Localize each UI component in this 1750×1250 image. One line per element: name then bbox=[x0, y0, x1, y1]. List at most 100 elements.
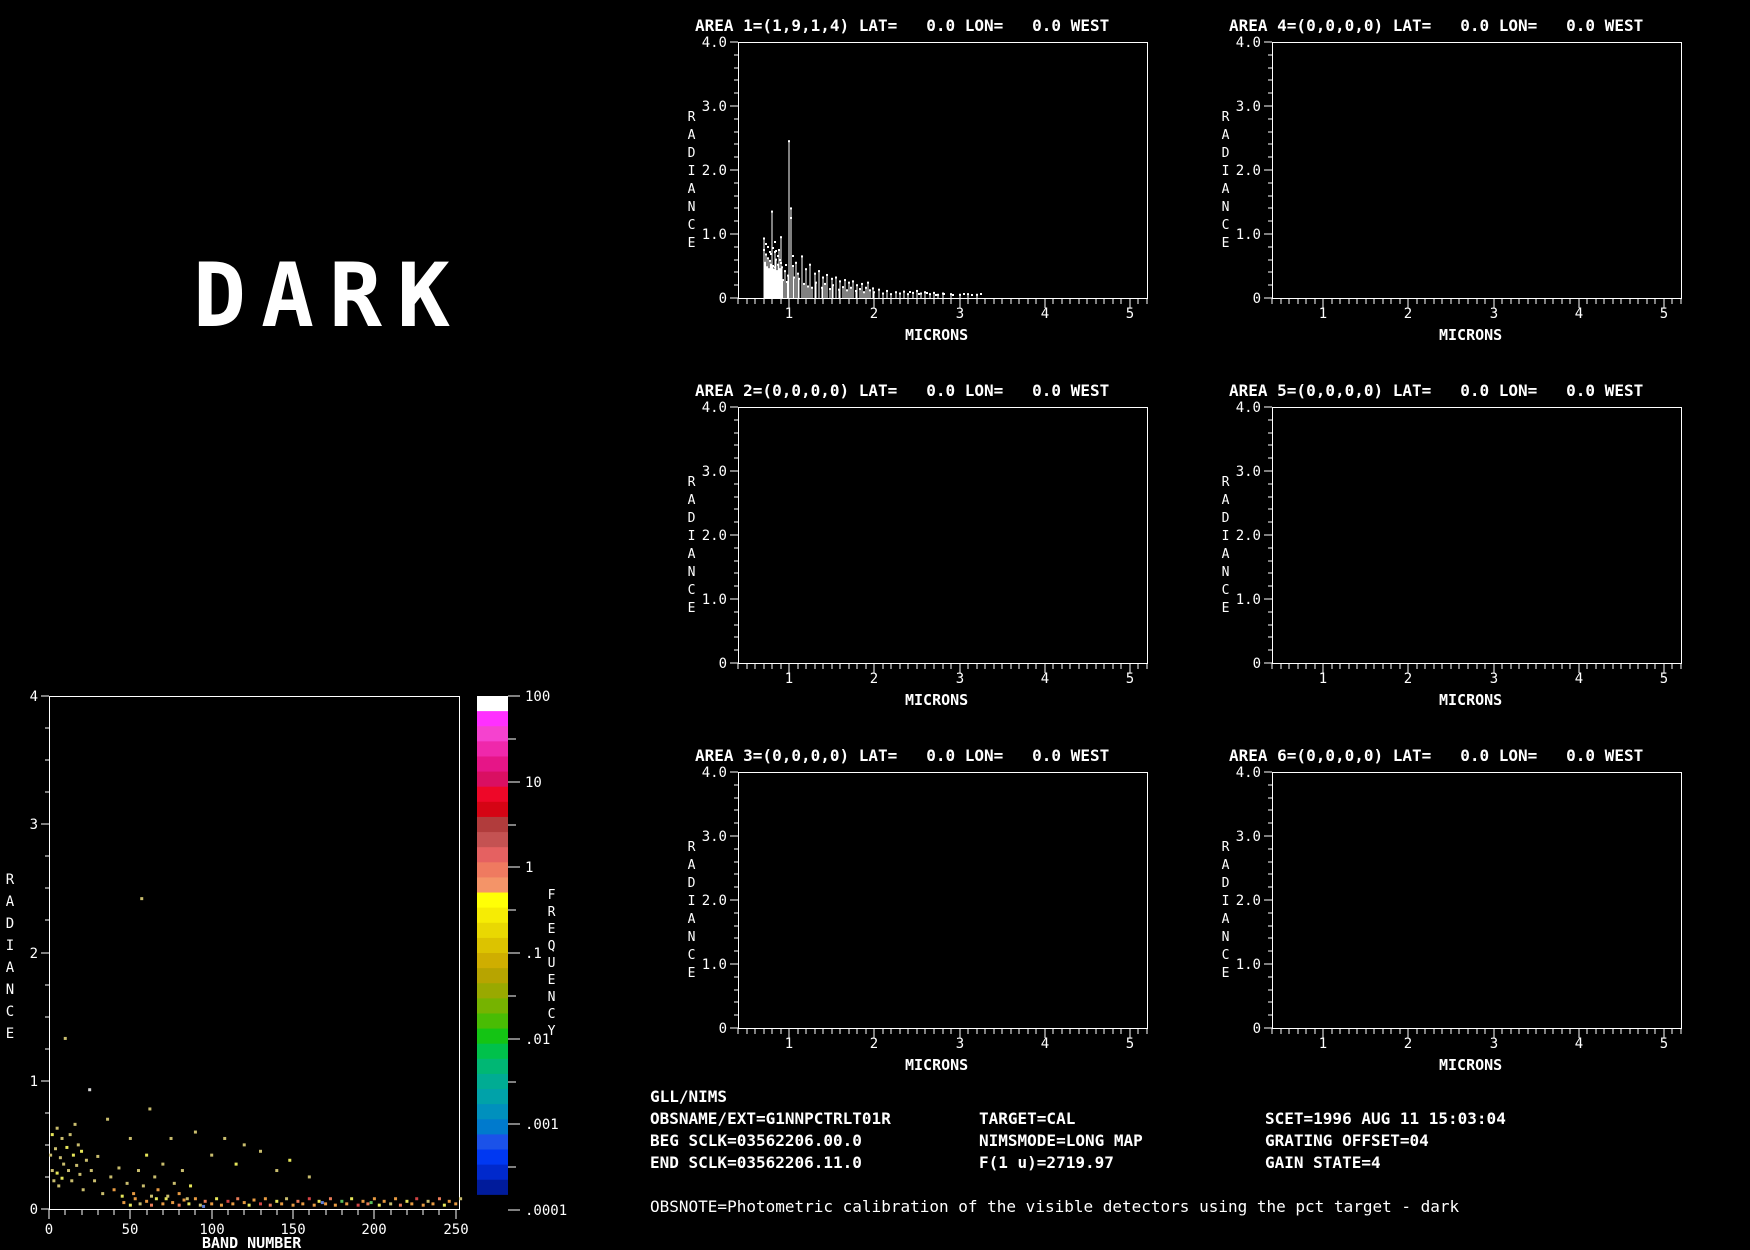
area4-ylabel: RADIANCE bbox=[1218, 110, 1233, 254]
svg-text:3.0: 3.0 bbox=[1236, 99, 1261, 115]
info-instrument: GLL/NIMS bbox=[650, 1087, 727, 1106]
svg-text:2: 2 bbox=[1404, 671, 1412, 687]
svg-text:2.0: 2.0 bbox=[1236, 893, 1261, 909]
svg-text:1.0: 1.0 bbox=[702, 957, 727, 973]
svg-text:4: 4 bbox=[1575, 671, 1583, 687]
area6-plot: 01.02.03.04.012345 bbox=[1236, 765, 1682, 1052]
nims-display-screen: 0123405010015020025001.02.03.04.01234501… bbox=[0, 0, 1750, 1250]
svg-text:5: 5 bbox=[1126, 306, 1134, 322]
svg-text:0: 0 bbox=[719, 1021, 727, 1037]
scatter-ylabel: RADIANCE bbox=[2, 872, 18, 1048]
svg-text:3: 3 bbox=[956, 306, 964, 322]
area5-title: AREA 5=(0,0,0,0) LAT= 0.0 LON= 0.0 WEST bbox=[1229, 381, 1643, 400]
svg-text:1: 1 bbox=[30, 1074, 38, 1090]
svg-text:4: 4 bbox=[30, 689, 38, 705]
scatter-xlabel: BAND NUMBER bbox=[202, 1234, 301, 1250]
svg-text:0: 0 bbox=[1253, 291, 1261, 307]
colorbar-label: FREQUENCY bbox=[544, 888, 559, 1041]
area4-xlabel: MICRONS bbox=[1439, 326, 1502, 344]
svg-text:2: 2 bbox=[870, 1036, 878, 1052]
svg-text:0: 0 bbox=[1253, 656, 1261, 672]
area3-plot: 01.02.03.04.012345 bbox=[702, 765, 1148, 1052]
svg-text:5: 5 bbox=[1660, 671, 1668, 687]
svg-text:1: 1 bbox=[1319, 671, 1327, 687]
svg-text:1.0: 1.0 bbox=[1236, 592, 1261, 608]
svg-text:2.0: 2.0 bbox=[702, 528, 727, 544]
svg-text:4.0: 4.0 bbox=[1236, 35, 1261, 51]
area2-plot: 01.02.03.04.012345 bbox=[702, 400, 1148, 687]
info-grating-offset: GRATING OFFSET=04 bbox=[1265, 1131, 1429, 1150]
svg-text:2: 2 bbox=[870, 306, 878, 322]
area2-title: AREA 2=(0,0,0,0) LAT= 0.0 LON= 0.0 WEST bbox=[695, 381, 1109, 400]
area6-xlabel: MICRONS bbox=[1439, 1056, 1502, 1074]
area1-xlabel: MICRONS bbox=[905, 326, 968, 344]
svg-text:5: 5 bbox=[1660, 1036, 1668, 1052]
info-gain-state: GAIN STATE=4 bbox=[1265, 1153, 1381, 1172]
area1-ylabel: RADIANCE bbox=[684, 110, 699, 254]
svg-text:2.0: 2.0 bbox=[1236, 163, 1261, 179]
dark-label: DARK bbox=[193, 252, 465, 340]
svg-text:3.0: 3.0 bbox=[702, 99, 727, 115]
info-end-sclk: END SCLK=03562206.11.0 bbox=[650, 1153, 862, 1172]
svg-text:1: 1 bbox=[785, 1036, 793, 1052]
svg-text:4.0: 4.0 bbox=[702, 35, 727, 51]
svg-text:5: 5 bbox=[1126, 1036, 1134, 1052]
svg-text:1.0: 1.0 bbox=[702, 227, 727, 243]
area5-xlabel: MICRONS bbox=[1439, 691, 1502, 709]
svg-text:0: 0 bbox=[30, 1202, 38, 1218]
svg-text:2.0: 2.0 bbox=[702, 893, 727, 909]
info-nimsmode: NIMSMODE=LONG MAP bbox=[979, 1131, 1143, 1150]
svg-text:4: 4 bbox=[1575, 1036, 1583, 1052]
area6-title: AREA 6=(0,0,0,0) LAT= 0.0 LON= 0.0 WEST bbox=[1229, 746, 1643, 765]
info-obsnote: OBSNOTE=Photometric calibration of the v… bbox=[650, 1197, 1459, 1216]
svg-text:4: 4 bbox=[1575, 306, 1583, 322]
svg-text:250: 250 bbox=[443, 1222, 468, 1238]
area2-ylabel: RADIANCE bbox=[684, 475, 699, 619]
svg-text:1: 1 bbox=[785, 306, 793, 322]
svg-text:4: 4 bbox=[1041, 1036, 1049, 1052]
svg-text:3: 3 bbox=[1490, 1036, 1498, 1052]
svg-text:0: 0 bbox=[719, 291, 727, 307]
area1-title: AREA 1=(1,9,1,4) LAT= 0.0 LON= 0.0 WEST bbox=[695, 16, 1109, 35]
info-f1u: F(1 u)=2719.97 bbox=[979, 1153, 1114, 1172]
area6-ylabel: RADIANCE bbox=[1218, 840, 1233, 984]
area4-title: AREA 4=(0,0,0,0) LAT= 0.0 LON= 0.0 WEST bbox=[1229, 16, 1643, 35]
band-scatter-plot: 01234050100150200250 bbox=[30, 689, 469, 1238]
svg-text:1: 1 bbox=[1319, 1036, 1327, 1052]
svg-text:4: 4 bbox=[1041, 306, 1049, 322]
svg-text:5: 5 bbox=[1126, 671, 1134, 687]
area5-ylabel: RADIANCE bbox=[1218, 475, 1233, 619]
svg-text:100: 100 bbox=[525, 689, 550, 705]
area2-xlabel: MICRONS bbox=[905, 691, 968, 709]
area3-ylabel: RADIANCE bbox=[684, 840, 699, 984]
svg-text:2.0: 2.0 bbox=[1236, 528, 1261, 544]
svg-text:50: 50 bbox=[122, 1222, 139, 1238]
svg-text:3: 3 bbox=[30, 817, 38, 833]
svg-text:200: 200 bbox=[361, 1222, 386, 1238]
svg-text:4.0: 4.0 bbox=[1236, 400, 1261, 416]
svg-text:.1: .1 bbox=[525, 946, 542, 962]
svg-text:1.0: 1.0 bbox=[702, 592, 727, 608]
svg-text:10: 10 bbox=[525, 775, 542, 791]
svg-text:2: 2 bbox=[1404, 306, 1412, 322]
svg-text:1: 1 bbox=[1319, 306, 1327, 322]
svg-text:0: 0 bbox=[45, 1222, 53, 1238]
svg-text:0: 0 bbox=[1253, 1021, 1261, 1037]
svg-text:3: 3 bbox=[956, 1036, 964, 1052]
svg-text:0: 0 bbox=[719, 656, 727, 672]
svg-text:4: 4 bbox=[1041, 671, 1049, 687]
svg-text:3.0: 3.0 bbox=[1236, 829, 1261, 845]
area1-plot: 01.02.03.04.012345 bbox=[702, 35, 1148, 322]
info-obsname: OBSNAME/EXT=G1NNPCTRLT01R bbox=[650, 1109, 891, 1128]
area3-xlabel: MICRONS bbox=[905, 1056, 968, 1074]
svg-text:4.0: 4.0 bbox=[702, 765, 727, 781]
svg-text:5: 5 bbox=[1660, 306, 1668, 322]
svg-text:1.0: 1.0 bbox=[1236, 957, 1261, 973]
info-beg-sclk: BEG SCLK=03562206.00.0 bbox=[650, 1131, 862, 1150]
svg-text:4.0: 4.0 bbox=[702, 400, 727, 416]
svg-text:3: 3 bbox=[956, 671, 964, 687]
svg-text:1: 1 bbox=[785, 671, 793, 687]
info-scet: SCET=1996 AUG 11 15:03:04 bbox=[1265, 1109, 1506, 1128]
svg-text:3.0: 3.0 bbox=[702, 464, 727, 480]
area4-plot: 01.02.03.04.012345 bbox=[1236, 35, 1682, 322]
